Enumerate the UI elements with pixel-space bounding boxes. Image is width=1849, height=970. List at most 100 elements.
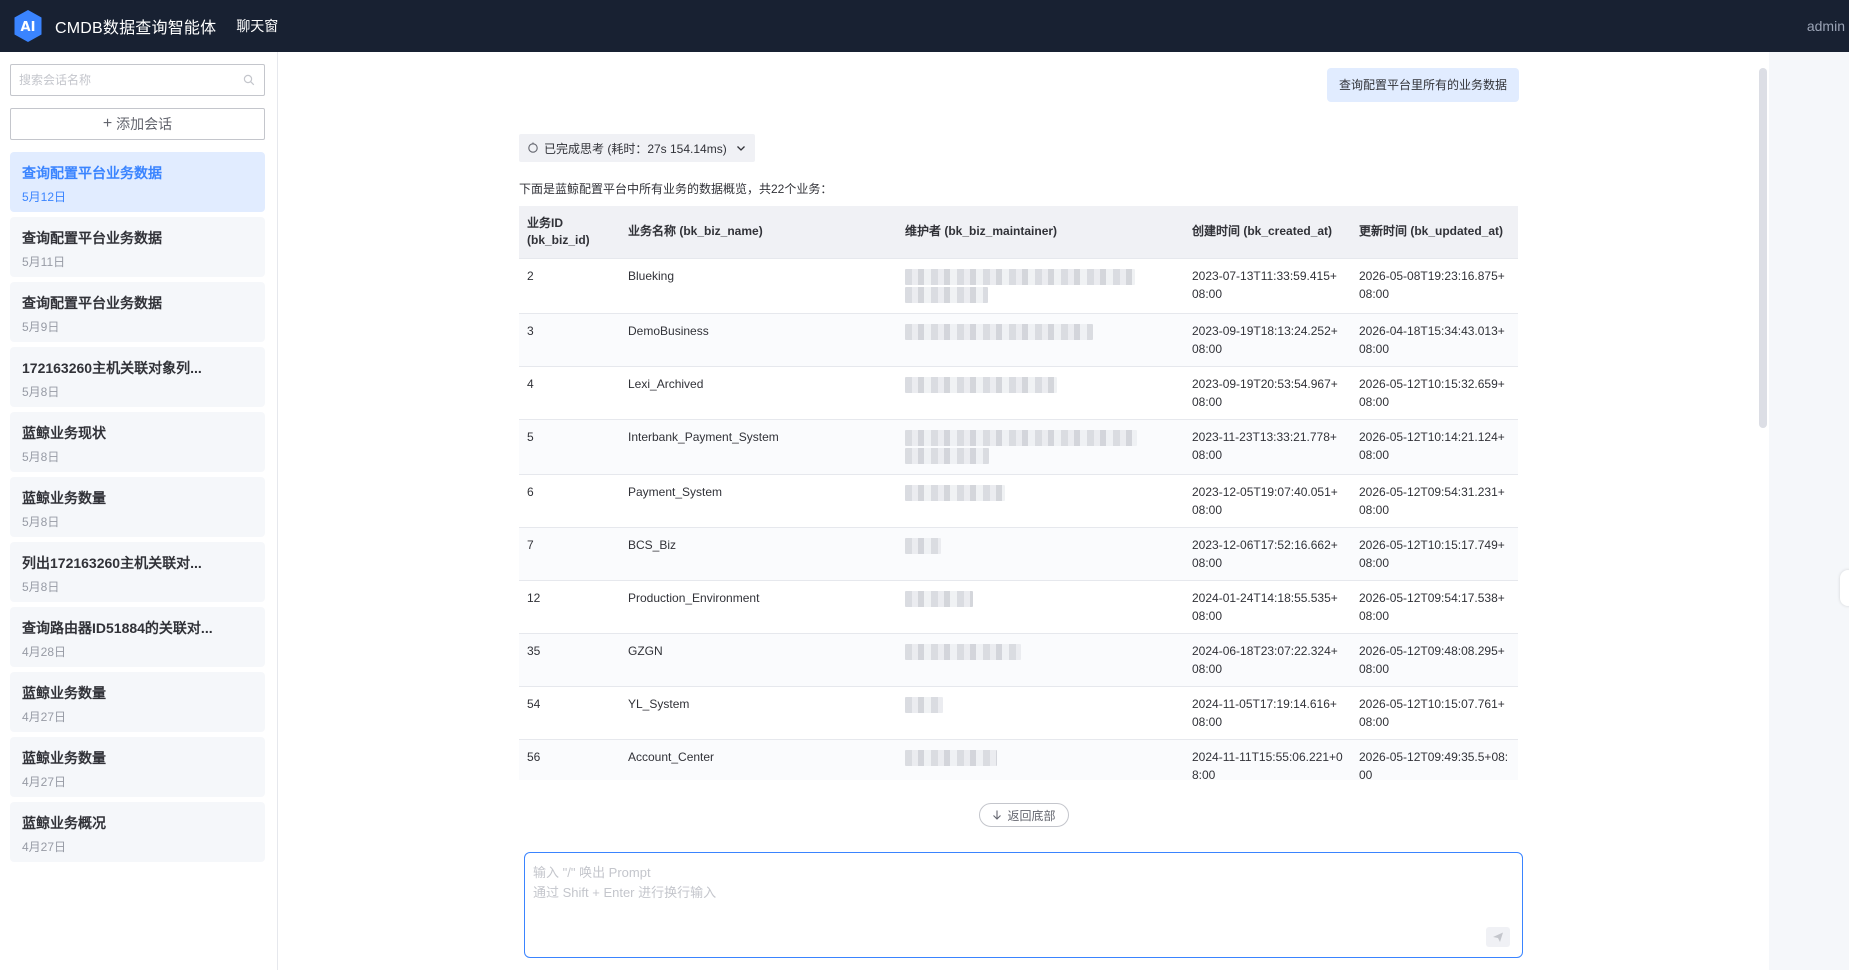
cell-biz-id: 35 <box>519 632 620 686</box>
cell-biz-name: Account_Center <box>620 738 897 780</box>
session-search-input[interactable] <box>11 65 231 95</box>
cell-biz-maintainer <box>897 473 1184 527</box>
session-item[interactable]: 蓝鲸业务数量 4月27日 <box>10 737 265 797</box>
user-menu[interactable]: admin <box>1807 0 1849 52</box>
cell-updated-at: 2026-05-12T09:48:08.295+08:00 <box>1351 632 1518 686</box>
table-row: 56 Account_Center 2024-11-11T15:55:06.221+… <box>519 738 1518 780</box>
session-item[interactable]: 蓝鲸业务数量 5月8日 <box>10 477 265 537</box>
header-biz-name: 业务名称 (bk_biz_name) <box>628 224 763 239</box>
cell-biz-name: GZGN <box>620 632 897 686</box>
business-table-container[interactable]: 业务ID (bk_biz_id) 业务名称 (bk_biz_name) 维护者 … <box>519 206 1518 780</box>
redacted-maintainer <box>905 643 1021 660</box>
redacted-maintainer <box>905 484 1005 501</box>
cell-updated-at: 2026-05-12T10:14:21.124+08:00 <box>1351 418 1518 474</box>
cell-created-at: 2023-12-05T19:07:40.051+08:00 <box>1184 473 1351 527</box>
cell-biz-maintainer <box>897 418 1184 474</box>
redacted-maintainer <box>905 286 988 303</box>
cell-biz-id: 2 <box>519 257 620 313</box>
redacted-maintainer <box>905 537 941 554</box>
cell-biz-name: DemoBusiness <box>620 312 897 366</box>
cell-biz-maintainer <box>897 526 1184 580</box>
send-button[interactable] <box>1486 927 1510 947</box>
prompt-input[interactable] <box>533 863 1513 923</box>
thinking-status-icon <box>528 142 538 153</box>
panel-collapse-handle[interactable] <box>1840 570 1849 606</box>
session-item[interactable]: 查询配置平台业务数据 5月11日 <box>10 217 265 277</box>
cell-created-at: 2023-09-19T18:13:24.252+08:00 <box>1184 312 1351 366</box>
session-title: 蓝鲸业务现状 <box>22 425 106 441</box>
session-search[interactable] <box>10 64 265 96</box>
right-side-panel <box>1769 52 1849 970</box>
chevron-down-icon <box>736 146 745 151</box>
cell-updated-at: 2026-05-12T10:15:07.761+08:00 <box>1351 685 1518 739</box>
session-date: 4月27日 <box>22 775 67 789</box>
thinking-toggle[interactable]: 已完成思考 (耗时：27s 154.14ms) <box>519 134 755 162</box>
back-to-bottom-button[interactable]: 返回底部 <box>979 803 1069 827</box>
redacted-maintainer <box>905 429 1137 446</box>
session-item[interactable]: 蓝鲸业务数量 4月27日 <box>10 672 265 732</box>
cell-biz-name: Interbank_Payment_System <box>620 418 897 474</box>
redacted-maintainer <box>905 323 1093 340</box>
cell-biz-id: 54 <box>519 685 620 739</box>
session-title: 蓝鲸业务数量 <box>22 490 106 506</box>
cell-biz-id: 56 <box>519 738 620 780</box>
session-item[interactable]: 172163260主机关联对象列... 5月8日 <box>10 347 265 407</box>
cell-updated-at: 2026-05-12T10:15:17.749+08:00 <box>1351 526 1518 580</box>
session-item[interactable]: 列出172163260主机关联对... 5月8日 <box>10 542 265 602</box>
cell-created-at: 2023-09-19T20:53:54.967+08:00 <box>1184 365 1351 419</box>
cell-created-at: 2023-11-23T13:33:21.778+08:00 <box>1184 418 1351 474</box>
cell-biz-maintainer <box>897 632 1184 686</box>
session-title: 查询配置平台业务数据 <box>22 165 162 181</box>
cell-biz-name: Lexi_Archived <box>620 365 897 419</box>
session-title: 列出172163260主机关联对... <box>22 555 202 571</box>
session-date: 5月8日 <box>22 580 60 594</box>
session-list: 查询配置平台业务数据 5月12日 查询配置平台业务数据 5月11日 查询配置平台业务数据… <box>10 152 265 867</box>
cell-biz-maintainer <box>897 579 1184 633</box>
cell-biz-name: BCS_Biz <box>620 526 897 580</box>
session-title: 查询路由器ID51884的关联对... <box>22 620 213 636</box>
session-date: 5月12日 <box>22 190 67 204</box>
table-row: 54 YL_System 2024-11-05T17:19:14.616+08:00… <box>519 685 1518 739</box>
cell-updated-at: 2026-05-12T10:15:32.659+08:00 <box>1351 365 1518 419</box>
session-item[interactable]: 查询配置平台业务数据 5月9日 <box>10 282 265 342</box>
send-icon <box>1493 932 1503 942</box>
table-row: 12 Production_Environment 2024-01-24T14:18… <box>519 579 1518 633</box>
chat-scrollbar-thumb[interactable] <box>1759 68 1767 428</box>
session-item[interactable]: 查询路由器ID51884的关联对... 4月28日 <box>10 607 265 667</box>
cell-biz-maintainer <box>897 312 1184 366</box>
table-header-row: 业务ID (bk_biz_id) 业务名称 (bk_biz_name) 维护者 … <box>519 206 1518 258</box>
app-title: CMDB数据查询智能体 <box>55 20 217 37</box>
cell-biz-maintainer <box>897 257 1184 313</box>
cell-biz-maintainer <box>897 738 1184 780</box>
session-item[interactable]: 查询配置平台业务数据 5月12日 <box>10 152 265 212</box>
header-updated-at: 更新时间 (bk_updated_at) <box>1359 224 1504 239</box>
session-title: 蓝鲸业务数量 <box>22 685 106 701</box>
table-row: 35 GZGN 2024-06-18T23:07:22.324+08:00 2026-… <box>519 632 1518 686</box>
session-item[interactable]: 蓝鲸业务现状 5月8日 <box>10 412 265 472</box>
app-logo-icon[interactable]: AI <box>13 9 43 43</box>
cell-biz-id: 7 <box>519 526 620 580</box>
search-icon[interactable] <box>243 74 255 86</box>
table-row: 3 DemoBusiness 2023-09-19T18:13:24.252+08:… <box>519 312 1518 366</box>
session-date: 5月11日 <box>22 255 66 269</box>
thinking-label: 已完成思考 (耗时：27s 154.14ms) <box>544 141 727 156</box>
logo-text: AI <box>21 20 36 35</box>
cell-created-at: 2024-01-24T14:18:55.535+08:00 <box>1184 579 1351 633</box>
session-date: 4月27日 <box>22 840 67 854</box>
redacted-maintainer <box>905 696 943 713</box>
user-message-bubble: 查询配置平台里所有的业务数据 <box>1326 68 1519 102</box>
session-date: 5月9日 <box>22 320 60 334</box>
cell-biz-maintainer <box>897 365 1184 419</box>
redacted-maintainer <box>905 749 997 766</box>
redacted-maintainer <box>905 376 1057 393</box>
cell-created-at: 2024-11-05T17:19:14.616+08:00 <box>1184 685 1351 739</box>
prompt-input-box[interactable] <box>524 852 1523 958</box>
table-row: 2 Blueking 2023-07-13T11:33:59.415+08:00 20… <box>519 257 1518 313</box>
cell-biz-name: Payment_System <box>620 473 897 527</box>
add-session-button[interactable]: + 添加会话 <box>10 108 265 140</box>
nav-tab-chat[interactable]: 聊天窗 <box>236 16 278 36</box>
session-item[interactable]: 蓝鲸业务概况 4月27日 <box>10 802 265 862</box>
cell-updated-at: 2026-05-12T09:49:35.5+08:00 <box>1351 738 1518 780</box>
cell-updated-at: 2026-05-12T09:54:17.538+08:00 <box>1351 579 1518 633</box>
cell-created-at: 2024-11-11T15:55:06.221+08:00 <box>1184 738 1351 780</box>
